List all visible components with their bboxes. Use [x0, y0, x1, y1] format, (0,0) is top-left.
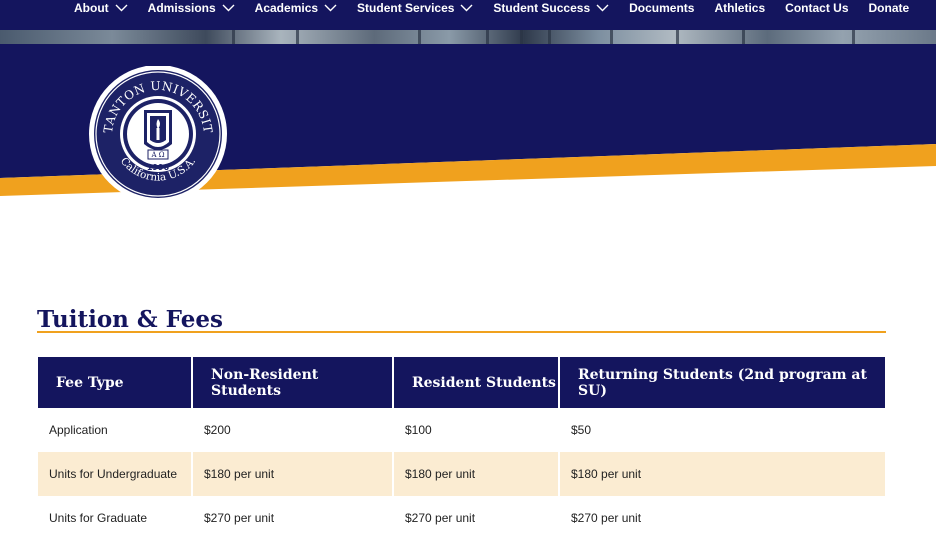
nav-item-label: Admissions	[147, 1, 216, 15]
table-cell: $270 per unit	[393, 496, 560, 540]
nav-item-label: About	[74, 1, 109, 15]
nav-item-about[interactable]: About	[74, 1, 128, 15]
nav-item-documents[interactable]: Documents	[629, 1, 694, 15]
chevron-down-icon	[596, 4, 609, 12]
title-divider	[37, 331, 886, 333]
chevron-down-icon	[460, 4, 473, 12]
nav-item-label: Student Success	[493, 1, 591, 15]
table-row: Units for Undergraduate $180 per unit $1…	[38, 452, 885, 496]
chevron-down-icon	[324, 4, 337, 12]
column-header: Resident Students	[393, 357, 560, 408]
nav-item-label: Documents	[629, 1, 695, 15]
table-cell: Application	[38, 408, 193, 452]
campus-photo-strip	[0, 30, 936, 44]
nav-item-academics[interactable]: Academics	[255, 1, 337, 15]
nav-item-admissions[interactable]: Admissions	[148, 1, 235, 15]
nav-item-label: Contact Us	[785, 1, 849, 15]
seal-year: 1996	[147, 163, 170, 172]
table-cell: $200	[192, 408, 394, 452]
table-row: Application $200 $100 $50	[38, 408, 885, 452]
table-cell: $180 per unit	[559, 452, 885, 496]
top-navigation: About Admissions Academics Student Servi…	[0, 0, 936, 30]
nav-item-label: Athletics	[714, 1, 766, 15]
table-cell: Units for Undergraduate	[38, 452, 193, 496]
nav-item-student-services[interactable]: Student Services	[357, 1, 473, 15]
tuition-fees-table: Fee Type Non-Resident Students Resident …	[38, 357, 885, 540]
nav-item-contact-us[interactable]: Contact Us	[785, 1, 848, 15]
table-cell: $50	[571, 423, 592, 437]
chevron-down-icon	[222, 4, 235, 12]
table-row: Units for Graduate $270 per unit $270 pe…	[38, 496, 885, 540]
nav-item-label: Student Services	[357, 1, 455, 15]
seal-greek-letters: A Ω	[150, 151, 164, 159]
column-header: Non-Resident Students	[192, 357, 394, 408]
table-cell: $100	[393, 408, 560, 452]
nav-item-student-success[interactable]: Student Success	[493, 1, 609, 15]
table-cell: Units for Graduate	[38, 496, 193, 540]
page-title: Tuition & Fees	[37, 306, 223, 333]
table-header-row: Fee Type Non-Resident Students Resident …	[38, 357, 885, 408]
nav-item-donate[interactable]: Donate	[869, 1, 910, 15]
nav-item-athletics[interactable]: Athletics	[714, 1, 765, 15]
table-cell: $270 per unit	[571, 511, 642, 525]
column-header: Fee Type	[38, 357, 193, 408]
chevron-down-icon	[115, 4, 128, 12]
table-cell: $270 per unit	[192, 496, 394, 540]
nav-item-label: Academics	[254, 1, 319, 15]
table-cell: $180 per unit	[393, 452, 560, 496]
university-seal-logo[interactable]: STANTON UNIVERSITY California U.S.A. A Ω…	[79, 55, 232, 206]
table-cell: $180 per unit	[192, 452, 394, 496]
nav-item-label: Donate	[868, 1, 910, 15]
column-header: Returning Students (2nd program at SU)	[559, 357, 885, 408]
